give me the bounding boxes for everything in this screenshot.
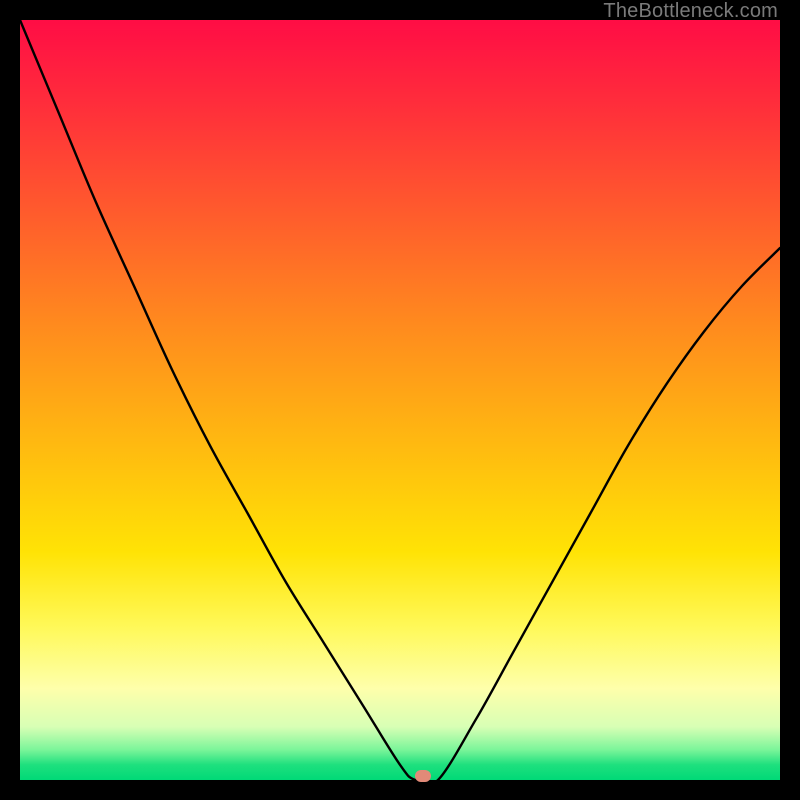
plot-area <box>20 20 780 780</box>
bottleneck-curve <box>20 20 780 780</box>
curve-path <box>20 20 780 785</box>
chart-frame: TheBottleneck.com <box>0 0 800 800</box>
optimal-marker <box>415 770 431 782</box>
